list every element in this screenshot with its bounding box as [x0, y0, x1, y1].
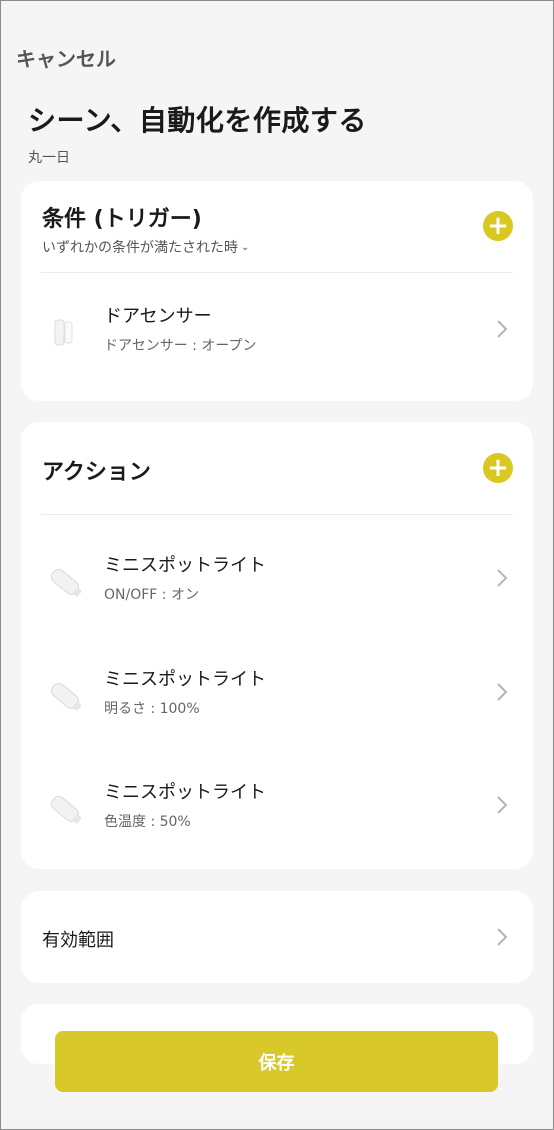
condition-device-state: ドアセンサー : オープン [104, 338, 257, 354]
cancel-button[interactable]: キャンセル [16, 43, 116, 72]
chevron-right-icon [497, 796, 508, 814]
divider [41, 272, 513, 273]
chevron-right-icon [497, 569, 508, 587]
conditions-title: 条件 (トリガー) [42, 207, 202, 232]
condition-mode-selector[interactable]: いずれかの条件が満たされた時 ⌄ [42, 237, 249, 257]
scope-row[interactable]: 有効範囲 [21, 891, 533, 983]
action-device-name: ミニスポットライト [104, 669, 266, 690]
action-row-spotlight-brightness[interactable]: ミニスポットライト 明るさ : 100% [21, 653, 533, 743]
action-row-spotlight-power[interactable]: ミニスポットライト ON/OFF : オン [21, 539, 533, 629]
spotlight-icon [50, 568, 82, 597]
actions-card: アクション + ミニスポットライト ON/OFF : オン ミニスポットライト … [21, 422, 533, 869]
save-button[interactable]: 保存 [55, 1031, 498, 1092]
door-sensor-icon [54, 319, 73, 346]
condition-mode-label: いずれかの条件が満たされた時 [42, 240, 238, 256]
chevron-right-icon [497, 928, 508, 946]
actions-title: アクション [42, 460, 151, 485]
action-device-setting: ON/OFF : オン [104, 587, 199, 603]
action-device-name: ミニスポットライト [104, 555, 266, 576]
conditions-card: 条件 (トリガー) いずれかの条件が満たされた時 ⌄ + ドアセンサー ドアセンサ… [21, 181, 533, 401]
scope-label: 有効範囲 [42, 930, 114, 951]
action-device-setting: 明るさ : 100% [104, 701, 200, 717]
plus-icon: + [487, 211, 509, 241]
chevron-right-icon [497, 683, 508, 701]
action-device-setting: 色温度 : 50% [104, 814, 191, 830]
page-subtitle: 丸一日 [28, 150, 70, 166]
page-title: シーン、自動化を作成する [28, 104, 367, 137]
chevron-right-icon [497, 320, 508, 338]
add-action-button[interactable]: + [483, 453, 513, 483]
action-device-name: ミニスポットライト [104, 782, 266, 803]
spotlight-icon [50, 682, 82, 711]
chevron-down-icon: ⌄ [241, 242, 250, 253]
divider [41, 514, 513, 515]
condition-row-door-sensor[interactable]: ドアセンサー ドアセンサー : オープン [21, 290, 533, 380]
spotlight-icon [50, 795, 82, 824]
add-condition-button[interactable]: + [483, 211, 513, 241]
action-row-spotlight-color-temp[interactable]: ミニスポットライト 色温度 : 50% [21, 766, 533, 856]
plus-icon: + [487, 453, 509, 483]
condition-device-name: ドアセンサー [104, 306, 212, 327]
